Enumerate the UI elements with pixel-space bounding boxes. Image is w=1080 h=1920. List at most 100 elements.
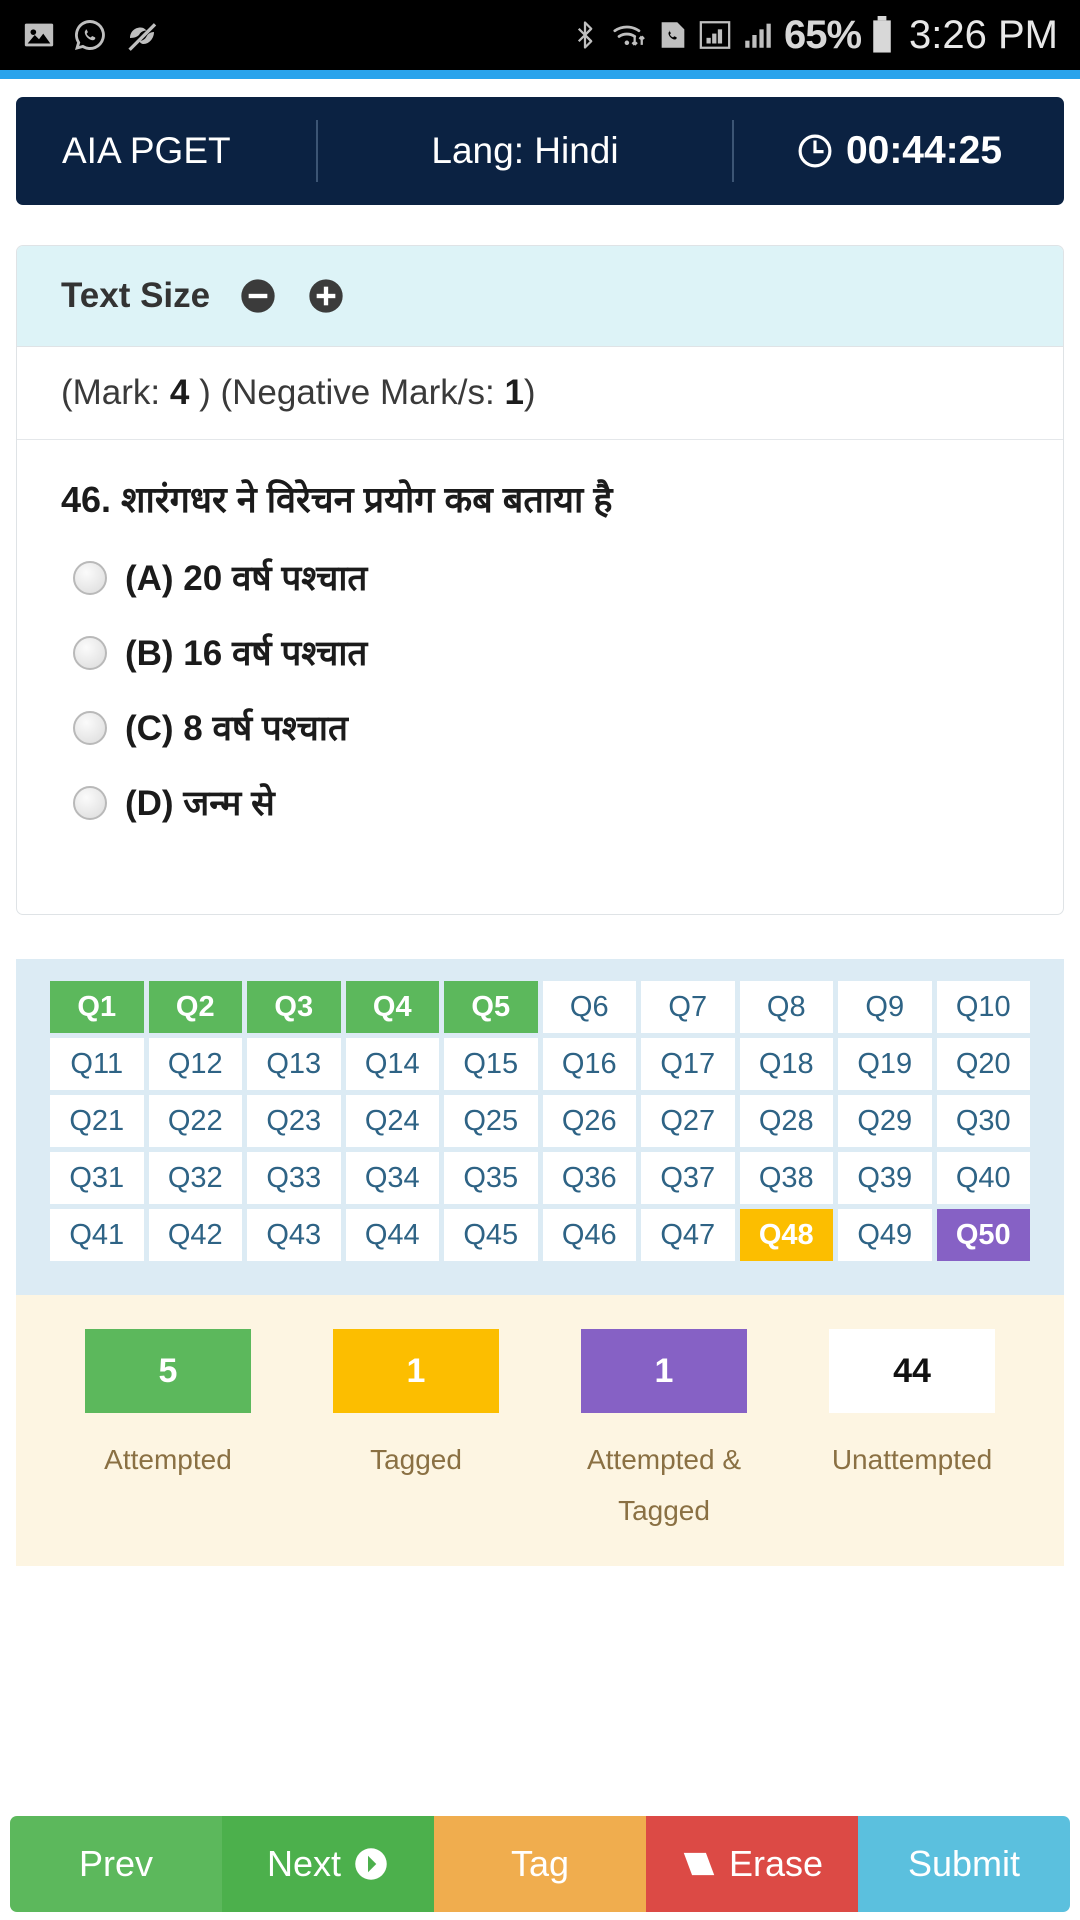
timer-value: 00:44:25 bbox=[845, 129, 1003, 172]
radio-button-a[interactable] bbox=[73, 560, 107, 595]
erase-button[interactable]: Erase bbox=[646, 1816, 858, 1912]
clock-icon bbox=[796, 132, 834, 170]
submit-button[interactable]: Submit bbox=[858, 1816, 1070, 1912]
palette-cell-q17[interactable]: Q17 bbox=[641, 1038, 735, 1091]
palette-cell-q41[interactable]: Q41 bbox=[50, 1209, 144, 1262]
palette-cell-q8[interactable]: Q8 bbox=[739, 981, 833, 1034]
palette-cell-q43[interactable]: Q43 bbox=[247, 1209, 341, 1262]
palette-cell-q47[interactable]: Q47 bbox=[641, 1209, 735, 1262]
negative-prefix: (Negative Mark/s: bbox=[220, 373, 505, 412]
palette-cell-q21[interactable]: Q21 bbox=[50, 1095, 144, 1148]
mark-value: 4 bbox=[169, 373, 190, 412]
radio-button-d[interactable] bbox=[73, 785, 107, 820]
accent-line bbox=[0, 70, 1080, 79]
palette-cell-q50[interactable]: Q50 bbox=[936, 1209, 1030, 1262]
negative-suffix: ) bbox=[523, 373, 536, 412]
palette-cell-q24[interactable]: Q24 bbox=[345, 1095, 439, 1148]
palette-cell-q31[interactable]: Q31 bbox=[50, 1152, 144, 1205]
palette-cell-q3[interactable]: Q3 bbox=[247, 981, 341, 1034]
palette-cell-q9[interactable]: Q9 bbox=[838, 981, 932, 1034]
exam-title: AIA PGET bbox=[62, 130, 231, 171]
sim-call-icon bbox=[658, 18, 688, 52]
palette-cell-q22[interactable]: Q22 bbox=[148, 1095, 242, 1148]
tag-button-label: Tag bbox=[510, 1843, 570, 1884]
palette-cell-q29[interactable]: Q29 bbox=[838, 1095, 932, 1148]
tag-button[interactable]: Tag bbox=[434, 1816, 646, 1912]
palette-cell-q6[interactable]: Q6 bbox=[542, 981, 636, 1034]
option-label-c: (C) 8 वर्ष पश्चात bbox=[125, 709, 348, 749]
option-row-d[interactable]: (D) जन्म से bbox=[73, 779, 1019, 826]
palette-cell-q46[interactable]: Q46 bbox=[542, 1209, 636, 1262]
option-label-a: (A) 20 वर्ष पश्चात bbox=[125, 559, 368, 599]
palette-cell-q38[interactable]: Q38 bbox=[739, 1152, 833, 1205]
plus-circle-icon[interactable] bbox=[306, 276, 346, 316]
exam-timer: 00:44:25 bbox=[734, 129, 1064, 173]
palette-cell-q28[interactable]: Q28 bbox=[739, 1095, 833, 1148]
palette-cell-q7[interactable]: Q7 bbox=[641, 981, 735, 1034]
palette-cell-q36[interactable]: Q36 bbox=[542, 1152, 636, 1205]
radio-button-c[interactable] bbox=[73, 710, 107, 745]
chevron-right-circle-icon bbox=[353, 1846, 389, 1882]
text-size-bar: Text Size bbox=[17, 246, 1063, 347]
palette-cell-q23[interactable]: Q23 bbox=[247, 1095, 341, 1148]
palette-cell-q32[interactable]: Q32 bbox=[148, 1152, 242, 1205]
legend-count-box: 1 bbox=[333, 1329, 499, 1414]
palette-cell-q2[interactable]: Q2 bbox=[148, 981, 242, 1034]
battery-icon bbox=[871, 16, 893, 54]
palette-cell-q20[interactable]: Q20 bbox=[936, 1038, 1030, 1091]
whatsapp-icon bbox=[72, 17, 108, 53]
next-button[interactable]: Next bbox=[222, 1816, 434, 1912]
question-palette: Q1 Q2 Q3 Q4 Q5 Q6 Q7 Q8 Q9 Q10 Q11 Q12 Q13 Q14 Q15 Q16 Q… bbox=[16, 959, 1064, 1296]
image-icon bbox=[22, 18, 56, 52]
bluetooth-icon bbox=[570, 18, 600, 52]
status-legend: 5 Attempted 1 Tagged 1 Attempted & Tagged 44 Un… bbox=[16, 1295, 1064, 1566]
exam-header: AIA PGET Lang: Hindi 00:44:25 bbox=[16, 97, 1064, 205]
palette-cell-q15[interactable]: Q15 bbox=[444, 1038, 538, 1091]
palette-cell-q13[interactable]: Q13 bbox=[247, 1038, 341, 1091]
palette-cell-q33[interactable]: Q33 bbox=[247, 1152, 341, 1205]
palette-cell-q14[interactable]: Q14 bbox=[345, 1038, 439, 1091]
palette-cell-q16[interactable]: Q16 bbox=[542, 1038, 636, 1091]
minus-circle-icon[interactable] bbox=[238, 276, 278, 316]
palette-cell-q45[interactable]: Q45 bbox=[444, 1209, 538, 1262]
mark-prefix: (Mark: bbox=[61, 373, 170, 412]
status-bar-clock: 3:26 PM bbox=[909, 12, 1058, 57]
palette-cell-q39[interactable]: Q39 bbox=[838, 1152, 932, 1205]
palette-cell-q42[interactable]: Q42 bbox=[148, 1209, 242, 1262]
palette-cell-q1[interactable]: Q1 bbox=[50, 981, 144, 1034]
legend-label: Unattempted bbox=[831, 1444, 993, 1476]
palette-cell-q40[interactable]: Q40 bbox=[936, 1152, 1030, 1205]
palette-cell-q35[interactable]: Q35 bbox=[444, 1152, 538, 1205]
palette-cell-q30[interactable]: Q30 bbox=[936, 1095, 1030, 1148]
palette-cell-q10[interactable]: Q10 bbox=[936, 981, 1030, 1034]
status-bar-left-icons bbox=[22, 17, 160, 53]
option-row-b[interactable]: (B) 16 वर्ष पश्चात bbox=[73, 629, 1019, 676]
palette-cell-q12[interactable]: Q12 bbox=[148, 1038, 242, 1091]
palette-cell-q25[interactable]: Q25 bbox=[444, 1095, 538, 1148]
palette-cell-q19[interactable]: Q19 bbox=[838, 1038, 932, 1091]
legend-item-attempted: 5 Attempted bbox=[44, 1329, 292, 1536]
legend-label: Attempted bbox=[104, 1444, 232, 1476]
option-row-c[interactable]: (C) 8 वर्ष पश्चात bbox=[73, 704, 1019, 751]
prev-button[interactable]: Prev bbox=[10, 1816, 222, 1912]
legend-item-unattempted: 44 Unattempted bbox=[788, 1329, 1036, 1536]
palette-cell-q34[interactable]: Q34 bbox=[345, 1152, 439, 1205]
palette-cell-q11[interactable]: Q11 bbox=[50, 1038, 144, 1091]
legend-label: Attempted & Tagged bbox=[586, 1444, 742, 1526]
palette-cell-q48[interactable]: Q48 bbox=[739, 1209, 833, 1262]
palette-cell-q37[interactable]: Q37 bbox=[641, 1152, 735, 1205]
palette-cell-q4[interactable]: Q4 bbox=[345, 981, 439, 1034]
palette-cell-q18[interactable]: Q18 bbox=[739, 1038, 833, 1091]
palette-cell-q49[interactable]: Q49 bbox=[838, 1209, 932, 1262]
legend-count-box: 5 bbox=[85, 1329, 251, 1414]
radio-button-b[interactable] bbox=[73, 635, 107, 670]
palette-cell-q44[interactable]: Q44 bbox=[345, 1209, 439, 1262]
wifi-icon bbox=[610, 18, 648, 52]
palette-cell-q26[interactable]: Q26 bbox=[542, 1095, 636, 1148]
palette-cell-q5[interactable]: Q5 bbox=[444, 981, 538, 1034]
option-row-a[interactable]: (A) 20 वर्ष पश्चात bbox=[73, 554, 1019, 601]
erase-button-label: Erase bbox=[728, 1843, 824, 1884]
exam-language: Lang: Hindi bbox=[431, 130, 619, 171]
palette-cell-q27[interactable]: Q27 bbox=[641, 1095, 735, 1148]
status-bar: 65% 3:26 PM bbox=[0, 0, 1080, 70]
